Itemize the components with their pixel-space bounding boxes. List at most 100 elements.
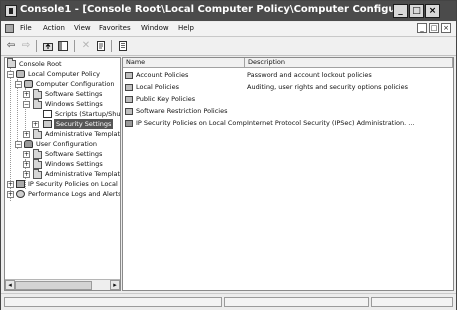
expand-icon[interactable]: + (23, 151, 30, 158)
toolbar-separator (36, 40, 37, 52)
folder-icon (33, 169, 42, 179)
scroll-thumb[interactable] (15, 281, 92, 290)
tree-item-label: Local Computer Policy (28, 70, 100, 78)
title-bar[interactable]: Console1 - [Console Root\Local Computer … (1, 1, 456, 21)
tree-item-label: Software Settings (45, 90, 103, 98)
menu-bar: File Action View Favorites Window Help _… (1, 22, 456, 37)
delete-icon[interactable]: ✕ (80, 40, 92, 52)
export-list-icon[interactable] (117, 40, 129, 52)
expand-icon[interactable]: + (23, 161, 30, 168)
up-one-level-icon[interactable] (42, 40, 54, 52)
expand-icon[interactable]: + (23, 171, 30, 178)
tree-item-label: Windows Settings (45, 160, 103, 168)
expand-icon[interactable]: + (7, 191, 14, 198)
script-icon (43, 110, 52, 118)
app-icon[interactable] (5, 5, 17, 17)
scroll-right-icon[interactable]: ▸ (110, 280, 120, 290)
list-item[interactable]: Account Policies Password and account lo… (123, 70, 453, 81)
expand-icon[interactable]: + (23, 131, 30, 138)
list-item[interactable]: Software Restriction Policies (123, 106, 453, 117)
menu-file[interactable]: File (20, 24, 32, 32)
performance-logs-icon (16, 190, 25, 198)
list-item-name: Local Policies (136, 83, 179, 91)
collapse-icon[interactable]: − (15, 141, 22, 148)
tree-item-label: Administrative Templates (45, 130, 121, 138)
computer-policy-icon (16, 70, 25, 78)
list-item[interactable]: Public Key Policies (123, 94, 453, 105)
status-panel (371, 297, 453, 307)
back-icon[interactable]: ⇦ (5, 40, 17, 52)
tree-item-label: Console Root (19, 60, 62, 68)
details-list[interactable]: Name Description Account Policies Passwo… (122, 57, 454, 291)
list-item-description: Internet Protocol Security (IPSec) Admin… (247, 119, 415, 127)
mdi-close-button[interactable]: × (441, 23, 451, 33)
tree-item-label: Windows Settings (45, 100, 103, 108)
list-item-name: Public Key Policies (136, 95, 196, 103)
list-item[interactable]: IP Security Policies on Local Computer I… (123, 118, 453, 129)
mdi-minimize-button[interactable]: _ (417, 23, 427, 33)
mdi-restore-button[interactable]: □ (429, 23, 439, 33)
toolbar: ⇦ ⇨ ✕ (1, 37, 456, 56)
forward-icon[interactable]: ⇨ (20, 40, 32, 52)
properties-icon[interactable] (95, 40, 107, 52)
show-hide-tree-icon[interactable] (57, 40, 69, 52)
folder-icon (33, 159, 42, 169)
tree-item-label: Computer Configuration (36, 80, 115, 88)
expand-icon[interactable]: + (32, 121, 39, 128)
computer-icon (24, 80, 33, 88)
tree-item-label: Scripts (Startup/Shutdown) (55, 110, 121, 118)
expand-icon[interactable]: + (23, 91, 30, 98)
tree-item-label: IP Security Policies on Local Computer (28, 180, 120, 188)
collapse-icon[interactable]: − (23, 101, 30, 108)
maximize-button[interactable]: □ (409, 4, 424, 18)
folder-icon (125, 96, 133, 103)
list-item-description: Auditing, user rights and security optio… (247, 83, 408, 91)
column-header-name[interactable]: Name (123, 58, 245, 68)
tree-horizontal-scrollbar[interactable]: ◂ ▸ (5, 279, 120, 290)
tree-item-label: Software Settings (45, 150, 103, 158)
folder-open-icon (33, 99, 42, 109)
window-title: Console1 - [Console Root\Local Computer … (20, 4, 395, 15)
collapse-icon[interactable]: − (15, 81, 22, 88)
folder-icon (125, 72, 133, 79)
toolbar-separator (111, 40, 112, 52)
folder-icon (33, 89, 42, 99)
tree-item-label: User Configuration (36, 140, 97, 148)
user-icon (24, 140, 33, 148)
minimize-button[interactable]: _ (393, 4, 408, 18)
menu-help[interactable]: Help (178, 24, 194, 32)
status-panel (224, 297, 369, 307)
security-icon (43, 120, 52, 128)
console-tree[interactable]: Console Root − Local Computer Policy − C… (4, 57, 121, 291)
collapse-icon[interactable]: − (7, 71, 14, 78)
menu-window[interactable]: Window (141, 24, 169, 32)
tree-item-label: Security Settings (54, 119, 114, 129)
menu-action[interactable]: Action (43, 24, 65, 32)
tree-guide (17, 79, 18, 149)
list-item-name: Account Policies (136, 71, 189, 79)
tree-item-label: Administrative Templates (45, 170, 121, 178)
tree-item-label: Performance Logs and Alerts (28, 190, 121, 198)
console-menu-icon[interactable] (5, 24, 14, 33)
list-item-description: Password and account lockout policies (247, 71, 372, 79)
menu-favorites[interactable]: Favorites (99, 24, 131, 32)
folder-icon (125, 108, 133, 115)
expand-icon[interactable]: + (7, 181, 14, 188)
scroll-left-icon[interactable]: ◂ (5, 280, 15, 290)
mmc-window: Console1 - [Console Root\Local Computer … (0, 0, 457, 310)
toolbar-separator (74, 40, 75, 52)
close-button[interactable]: × (425, 4, 440, 18)
ip-security-icon (16, 180, 25, 188)
status-panel (4, 297, 222, 307)
status-bar (1, 293, 456, 310)
folder-icon (125, 84, 133, 91)
ip-security-icon (125, 120, 133, 127)
list-item-name: Software Restriction Policies (136, 107, 228, 115)
column-header-description[interactable]: Description (245, 58, 453, 68)
list-item[interactable]: Local Policies Auditing, user rights and… (123, 82, 453, 93)
list-item-name: IP Security Policies on Local Computer (136, 119, 247, 127)
folder-icon (7, 58, 16, 68)
folder-icon (33, 129, 42, 139)
menu-view[interactable]: View (74, 24, 91, 32)
folder-icon (33, 149, 42, 159)
